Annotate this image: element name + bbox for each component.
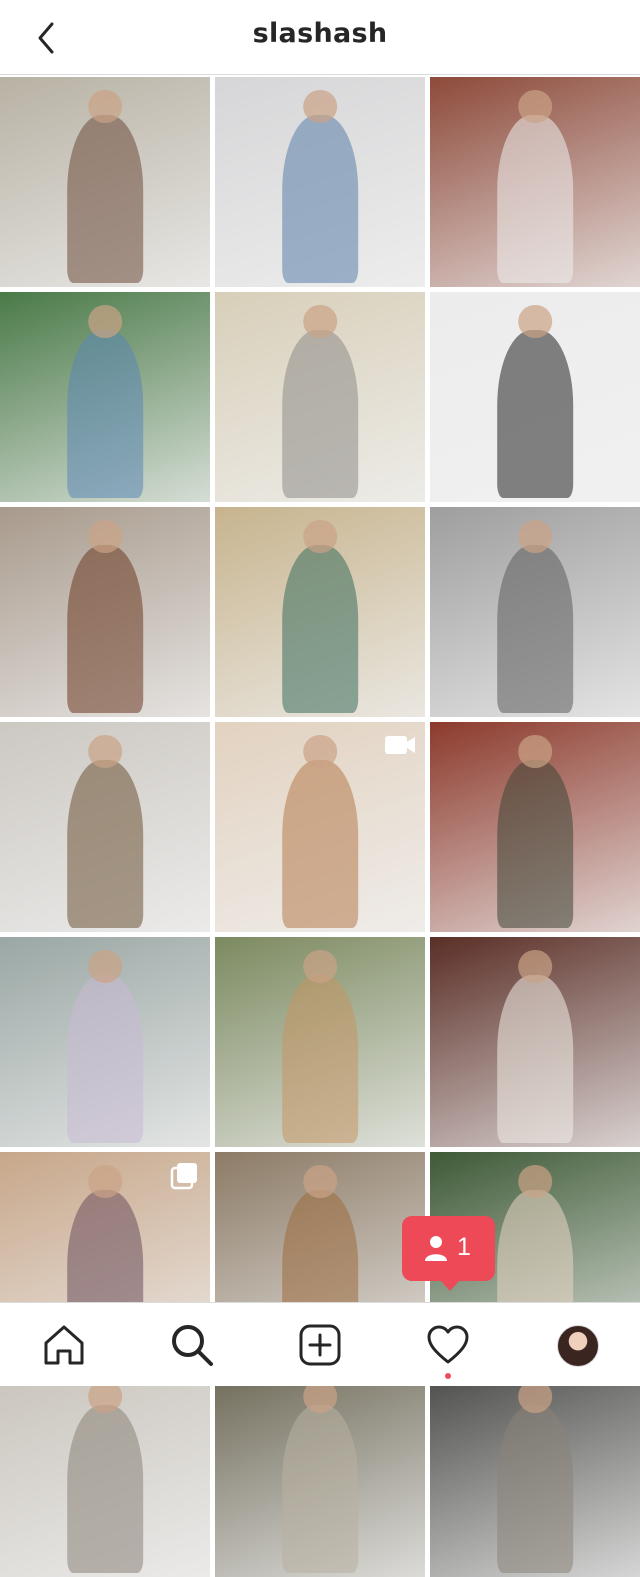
nav-home[interactable] <box>42 1323 86 1367</box>
post-subject <box>497 329 573 498</box>
post-subject <box>497 114 573 283</box>
activity-indicator-dot <box>445 1373 451 1379</box>
post-subject <box>282 544 358 713</box>
post-subject-head <box>88 1164 122 1199</box>
nav-activity[interactable] <box>426 1323 470 1367</box>
activity-notification-popup[interactable]: 1 <box>402 1216 495 1291</box>
post-subject-head <box>303 949 337 984</box>
post-thumbnail[interactable] <box>0 937 210 1147</box>
bottom-nav <box>0 1302 640 1386</box>
post-subject <box>67 759 143 928</box>
post-subject-head <box>88 519 122 554</box>
post-thumbnail[interactable] <box>430 937 640 1147</box>
post-subject <box>497 1404 573 1573</box>
post-thumbnail[interactable] <box>0 722 210 932</box>
post-subject-head <box>303 89 337 124</box>
post-thumbnail[interactable] <box>215 77 425 287</box>
post-subject-head <box>88 734 122 769</box>
post-thumbnail[interactable] <box>0 77 210 287</box>
heart-icon <box>427 1325 469 1364</box>
post-thumbnail[interactable] <box>0 507 210 717</box>
post-subject <box>67 114 143 283</box>
post-subject <box>67 974 143 1143</box>
activity-count: 1 <box>457 1233 471 1261</box>
post-subject <box>497 974 573 1143</box>
post-thumbnail[interactable] <box>430 292 640 502</box>
post-subject-head <box>88 304 122 339</box>
page-title: slashash <box>252 18 388 49</box>
post-thumbnail[interactable] <box>215 1367 425 1577</box>
post-subject <box>282 1404 358 1573</box>
post-subject-head <box>518 949 552 984</box>
post-thumbnail[interactable] <box>215 292 425 502</box>
post-subject-head <box>303 1164 337 1199</box>
post-subject-head <box>303 519 337 554</box>
post-subject-head <box>518 1164 552 1199</box>
post-subject-head <box>518 89 552 124</box>
post-thumbnail[interactable] <box>430 77 640 287</box>
post-subject <box>67 544 143 713</box>
post-subject-head <box>303 304 337 339</box>
post-thumbnail[interactable] <box>430 507 640 717</box>
nav-create[interactable] <box>298 1323 342 1367</box>
post-subject <box>497 544 573 713</box>
home-icon <box>44 1325 84 1365</box>
post-thumbnail[interactable] <box>0 1367 210 1577</box>
post-thumbnail[interactable] <box>215 722 425 932</box>
post-subject <box>282 974 358 1143</box>
post-subject <box>67 329 143 498</box>
post-thumbnail[interactable] <box>430 722 640 932</box>
add-post-icon <box>299 1324 341 1366</box>
post-subject <box>282 759 358 928</box>
post-thumbnail[interactable] <box>430 1367 640 1577</box>
top-bar: slashash <box>0 0 640 75</box>
post-subject <box>282 329 358 498</box>
post-subject-head <box>518 519 552 554</box>
post-subject-head <box>88 89 122 124</box>
post-subject-head <box>303 734 337 769</box>
post-subject-head <box>518 304 552 339</box>
user-icon <box>425 1236 447 1261</box>
post-thumbnail[interactable] <box>0 292 210 502</box>
video-icon <box>385 736 415 754</box>
post-subject <box>282 114 358 283</box>
post-subject <box>497 759 573 928</box>
post-subject-head <box>518 734 552 769</box>
post-thumbnail[interactable] <box>215 507 425 717</box>
carousel-icon <box>170 1163 197 1190</box>
post-subject-head <box>88 949 122 984</box>
post-thumbnail[interactable] <box>215 937 425 1147</box>
nav-search[interactable] <box>170 1323 214 1367</box>
post-subject <box>67 1404 143 1573</box>
nav-profile-avatar[interactable] <box>557 1325 599 1367</box>
search-icon <box>172 1325 213 1366</box>
